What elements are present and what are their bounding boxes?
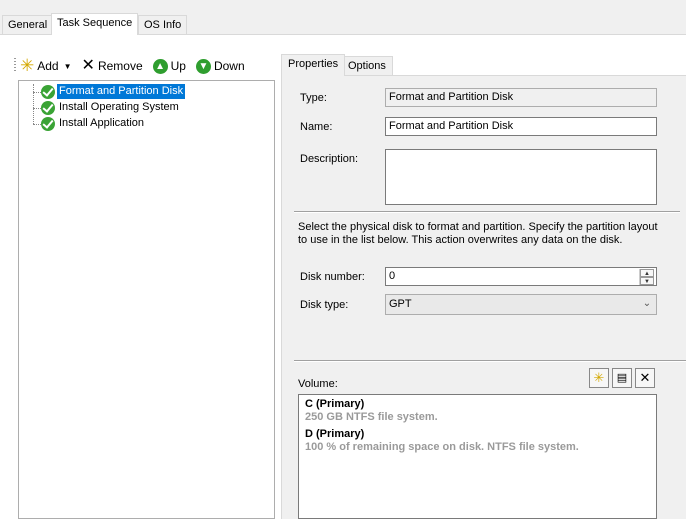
success-check-icon [41,117,55,131]
volume-description: 100 % of remaining space on disk. NTFS f… [305,441,579,453]
delete-volume-button[interactable]: ✕ [635,368,655,388]
disk-type-label: Disk type: [300,299,349,311]
task-sequence-tree[interactable]: Format and Partition Disk Install Operat… [18,80,275,519]
list-item[interactable]: C (Primary) 250 GB NTFS file system. [305,398,650,424]
name-input[interactable]: Format and Partition Disk [385,117,657,136]
add-button[interactable]: ✳ Add ▼ [18,56,74,75]
tree-connector [33,84,34,124]
volume-description: 250 GB NTFS file system. [305,411,438,423]
chevron-down-icon: ▼ [63,61,72,71]
description-label: Description: [300,153,359,165]
volume-title: D (Primary) [305,428,365,440]
tree-item-install-application[interactable]: Install Application [57,116,146,131]
chevron-down-icon[interactable]: ⌄ [640,297,654,311]
tree-item-install-operating-system[interactable]: Install Operating System [57,100,181,115]
tree-connector [33,124,41,125]
disk-type-value: GPT [389,298,412,310]
disk-number-value: 0 [389,270,396,282]
arrow-up-icon: ▲ [152,58,168,74]
down-button[interactable]: ▼ Down [194,58,247,74]
tree-item-format-and-partition-disk[interactable]: Format and Partition Disk [57,84,186,99]
add-star-icon: ✳ [20,56,35,75]
tab-general[interactable]: General [2,15,54,34]
up-button-label: Up [170,59,186,73]
tree-connector [33,108,41,109]
instructions-text: Select the physical disk to format and p… [298,221,658,246]
up-button[interactable]: ▲ Up [151,58,188,74]
edit-volume-button[interactable]: ▤ [612,368,632,388]
list-item[interactable]: D (Primary) 100 % of remaining space on … [305,428,650,454]
success-check-icon [41,101,55,115]
separator [294,211,680,212]
toolbar-grip[interactable] [14,58,16,72]
add-volume-button[interactable]: ✳ [589,368,609,388]
disk-type-select[interactable]: GPT [385,294,657,315]
arrow-down-icon: ▼ [195,58,211,74]
type-field: Format and Partition Disk [385,88,657,107]
delete-x-icon: ✕ [639,370,651,385]
down-button-label: Down [213,59,245,73]
add-button-label: Add [37,59,59,73]
disk-number-label: Disk number: [300,271,365,283]
type-label: Type: [300,92,327,104]
tree-connector [33,92,41,93]
spin-up-icon[interactable]: ▲ [640,269,654,277]
remove-x-icon: ✕ [81,57,95,74]
tab-properties[interactable]: Properties [281,54,346,76]
volume-list[interactable]: C (Primary) 250 GB NTFS file system. D (… [298,394,657,519]
disk-number-spinner[interactable]: ▲ ▼ [639,269,654,285]
name-label: Name: [300,121,333,133]
add-star-icon: ✳ [593,370,605,385]
volume-label: Volume: [298,378,338,390]
tab-options[interactable]: Options [341,56,393,75]
description-textarea[interactable] [385,149,657,205]
remove-button[interactable]: ✕ Remove [80,57,145,74]
properties-icon: ▤ [616,372,628,384]
success-check-icon [41,85,55,99]
spin-down-icon[interactable]: ▼ [640,277,654,285]
volume-title: C (Primary) [305,398,365,410]
tab-task-sequence[interactable]: Task Sequence [51,13,139,35]
remove-button-label: Remove [97,59,143,73]
task-sequence-toolbar: ✳ Add ▼ ✕ Remove ▲ Up ▼ Down [18,55,247,77]
disk-number-stepper[interactable]: 0 [385,267,657,286]
tab-os-info[interactable]: OS Info [138,15,188,34]
separator [294,360,686,361]
